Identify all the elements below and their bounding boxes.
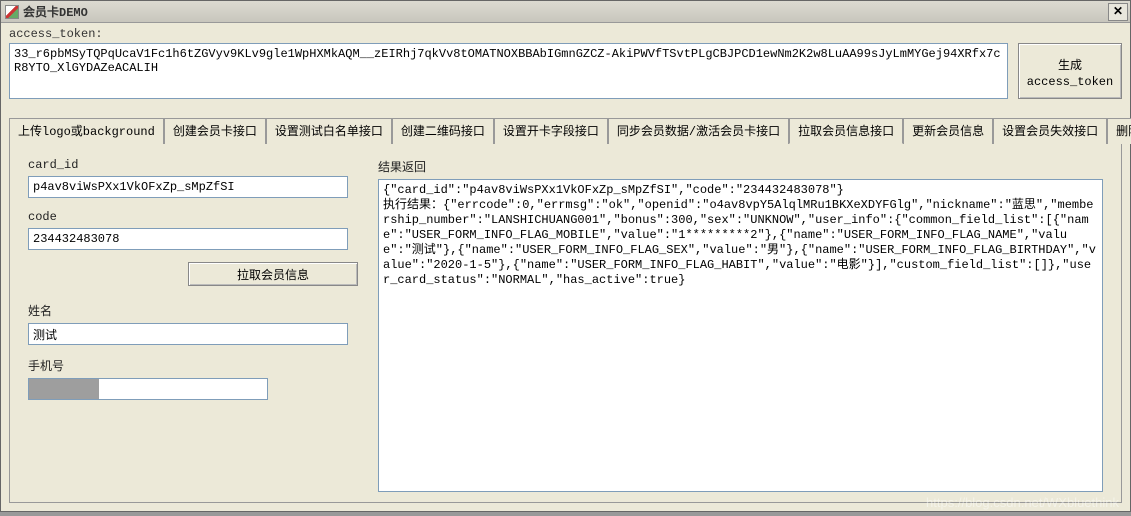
card-id-label: card_id: [28, 158, 358, 172]
code-label: code: [28, 210, 358, 224]
tab-whitelist[interactable]: 设置测试白名单接口: [266, 118, 392, 144]
phone-label: 手机号: [28, 357, 358, 374]
tab-strip: 上传logo或background 创建会员卡接口 设置测试白名单接口 创建二维…: [9, 117, 1122, 144]
tab-fetch-member[interactable]: 拉取会员信息接口: [789, 118, 903, 144]
tab-body: card_id code 拉取会员信息 姓名 手机号 结果返回 {"card_i…: [9, 144, 1122, 503]
tab-sync-activate[interactable]: 同步会员数据/激活会员卡接口: [608, 118, 789, 144]
card-id-input[interactable]: [28, 176, 348, 198]
access-token-input[interactable]: 33_r6pbMSyTQPqUcaV1Fc1h6tZGVyv9KLv9gle1W…: [9, 43, 1008, 99]
tab-invalidate[interactable]: 设置会员失效接口: [993, 118, 1107, 144]
window-title: 会员卡DEMO: [23, 3, 88, 20]
name-label: 姓名: [28, 302, 358, 319]
token-label: access_token:: [9, 27, 1122, 41]
code-input[interactable]: [28, 228, 348, 250]
tab-delete-card[interactable]: 删除会员卡: [1107, 118, 1131, 144]
tab-update-member[interactable]: 更新会员信息: [903, 118, 993, 144]
name-input[interactable]: [28, 323, 348, 345]
result-output[interactable]: {"card_id":"p4av8viWsPXx1VkOFxZp_sMpZfSI…: [378, 179, 1103, 492]
tab-card-fields[interactable]: 设置开卡字段接口: [494, 118, 608, 144]
close-button[interactable]: ✕: [1108, 3, 1128, 21]
client-area: access_token: 33_r6pbMSyTQPqUcaV1Fc1h6tZ…: [1, 23, 1130, 511]
phone-input[interactable]: [28, 378, 268, 400]
generate-token-button[interactable]: 生成 access_token: [1018, 43, 1122, 99]
tab-upload-logo[interactable]: 上传logo或background: [9, 118, 164, 144]
fetch-member-button[interactable]: 拉取会员信息: [188, 262, 358, 286]
result-label: 结果返回: [378, 158, 1103, 175]
app-icon: [5, 5, 19, 19]
titlebar: 会员卡DEMO ✕: [1, 1, 1130, 23]
tab-qrcode[interactable]: 创建二维码接口: [392, 118, 494, 144]
main-window: 会员卡DEMO ✕ access_token: 33_r6pbMSyTQPqUc…: [0, 0, 1131, 512]
tab-create-card[interactable]: 创建会员卡接口: [164, 118, 266, 144]
